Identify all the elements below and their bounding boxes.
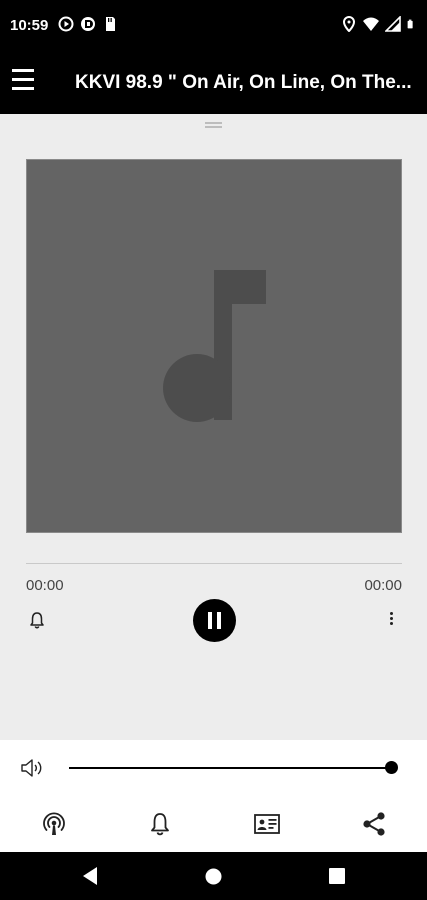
back-icon[interactable] <box>81 866 99 886</box>
volume-fill <box>69 767 391 769</box>
system-nav-bar <box>0 852 427 900</box>
dnd-icon <box>81 17 95 31</box>
status-bar: 10:59 <box>0 0 427 52</box>
hamburger-menu-icon[interactable] <box>12 69 36 93</box>
time-elapsed: 00:00 <box>26 577 64 594</box>
app-bar: KKVI 98.9 " On Air, On Line, On The... <box>0 52 427 114</box>
pause-button[interactable] <box>193 599 236 642</box>
time-total: 00:00 <box>364 577 402 594</box>
volume-slider[interactable] <box>69 761 398 774</box>
alarm-icon[interactable] <box>28 611 46 629</box>
station-title: KKVI 98.9 " On Air, On Line, On The... <box>75 72 412 93</box>
play-circle-icon <box>58 16 74 32</box>
bottom-panel <box>0 740 427 852</box>
album-artwork <box>26 159 402 533</box>
share-icon[interactable] <box>361 811 387 837</box>
progress-bar[interactable] <box>26 563 402 564</box>
battery-icon <box>407 19 413 29</box>
signal-icon <box>385 16 401 32</box>
sim-card-icon <box>106 17 115 31</box>
music-note-icon <box>163 270 266 422</box>
home-icon[interactable] <box>205 868 222 885</box>
location-icon <box>342 16 356 32</box>
status-time: 10:59 <box>10 17 49 34</box>
status-left-icons <box>58 16 118 32</box>
contact-card-icon[interactable] <box>254 811 280 837</box>
volume-thumb[interactable] <box>385 761 398 774</box>
wifi-icon <box>363 17 379 31</box>
player-panel: 00:00 00:00 <box>0 114 427 740</box>
drag-handle[interactable] <box>205 122 222 128</box>
alarm-icon[interactable] <box>147 811 173 837</box>
status-right-icons <box>341 16 417 32</box>
podcast-icon[interactable] <box>41 811 67 837</box>
volume-icon[interactable] <box>20 757 44 779</box>
recents-icon[interactable] <box>329 868 345 884</box>
more-vert-icon[interactable] <box>385 611 397 629</box>
